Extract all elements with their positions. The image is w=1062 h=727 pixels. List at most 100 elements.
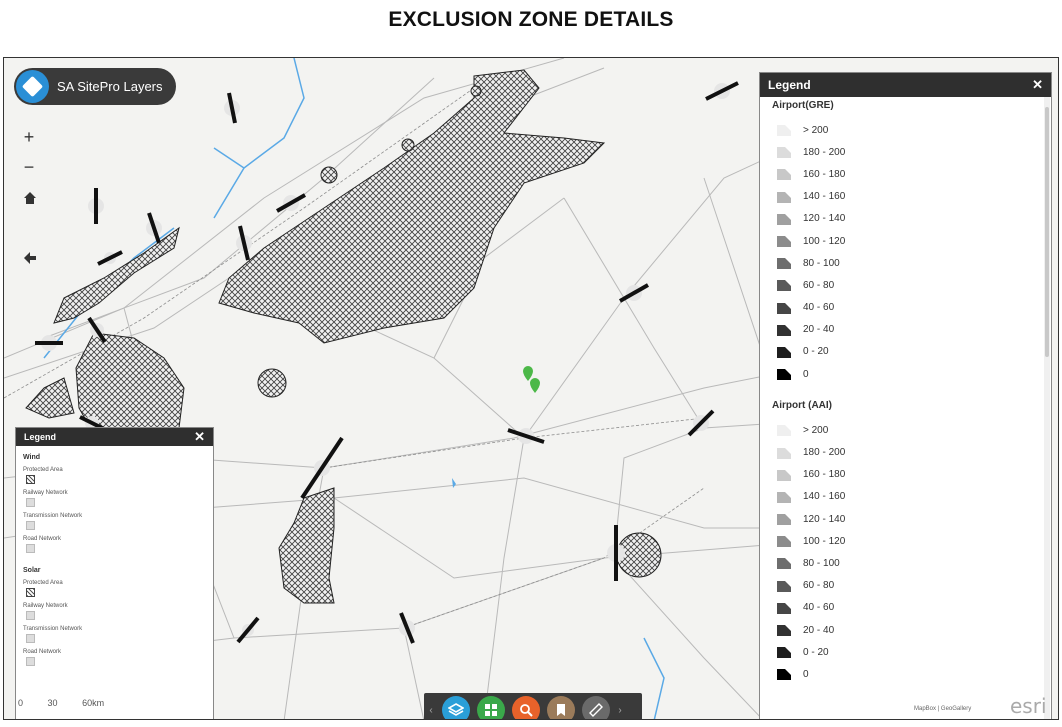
legend-item-label: > 200 <box>803 124 829 136</box>
legend-item-label: 160 - 180 <box>803 168 846 180</box>
legend-title: Legend <box>768 78 811 92</box>
location-markers[interactable] <box>523 366 540 393</box>
legend-item: 160 - 180 <box>760 163 1051 185</box>
legend-item-label: 80 - 100 <box>803 257 840 269</box>
legend-item-label: 140 - 160 <box>803 191 846 203</box>
legend-item-label: Road Network <box>23 536 62 542</box>
measure-icon[interactable] <box>581 696 610 719</box>
legend-solar-items: Protected Area Railway Network Transmissio… <box>16 580 213 666</box>
legend-swatch-icon <box>777 169 791 181</box>
legend-item: > 200 <box>760 119 1051 141</box>
toolbar-next-button[interactable]: › <box>613 705 627 716</box>
legend-swatch-icon <box>777 558 791 570</box>
legend-swatch-icon <box>777 346 791 358</box>
legend-swatch-icon <box>777 625 791 637</box>
legend-header: Legend ✕ <box>16 428 213 446</box>
legend-section-solar: Solar <box>23 567 41 574</box>
legend-item: 160 - 180 <box>760 464 1051 486</box>
toolbar-prev-button[interactable]: ‹ <box>424 705 438 716</box>
app-title: SA SitePro Layers <box>57 79 163 94</box>
legend-swatch <box>26 544 35 553</box>
legend-item: 60 - 80 <box>760 274 1051 296</box>
legend-item: 100 - 120 <box>760 530 1051 552</box>
map-view[interactable]: SA SitePro Layers + − Legend ✕ Airport(G… <box>3 57 1059 720</box>
legend-item-label: Road Network <box>23 649 62 655</box>
legend-swatch-icon <box>777 258 791 270</box>
legend-item-label: 120 - 140 <box>803 513 846 525</box>
basemap-grid-icon[interactable] <box>476 696 505 719</box>
legend-item-label: 20 - 40 <box>803 324 835 336</box>
legend-section-title: Airport (AAI) <box>772 400 832 412</box>
legend-item: 180 - 200 <box>760 441 1051 463</box>
zoom-out-button[interactable]: − <box>18 158 40 176</box>
layers-icon[interactable] <box>441 696 470 719</box>
legend-panel-right: Legend ✕ Airport(GRE) > 200 180 - 200 160 -… <box>759 72 1052 719</box>
legend-swatch-icon <box>777 469 791 481</box>
legend-swatch <box>26 611 35 620</box>
legend-item-label: 40 - 60 <box>803 302 835 314</box>
legend-swatch-icon <box>777 125 791 137</box>
legend-item-label: Protected Area <box>23 580 63 586</box>
legend-item: 60 - 80 <box>760 575 1051 597</box>
legend-item-label: 60 - 80 <box>803 580 835 592</box>
legend-item: > 200 <box>760 419 1051 441</box>
legend-swatch-icon <box>777 491 791 503</box>
legend-title: Legend <box>24 432 57 442</box>
legend-section-wind: Wind <box>23 454 41 461</box>
legend-item-label: 0 <box>803 668 809 680</box>
bookmark-icon[interactable] <box>546 696 575 719</box>
legend-item-label: Protected Area <box>23 467 63 473</box>
home-icon[interactable] <box>22 190 38 206</box>
app-logo-icon <box>16 70 49 103</box>
legend-item: 140 - 160 <box>760 186 1051 208</box>
legend-item-label: Transmission Network <box>23 513 83 519</box>
esri-logo: esri <box>1010 694 1047 718</box>
legend-item: 0 - 20 <box>760 341 1051 363</box>
legend-swatch-icon <box>777 191 791 203</box>
map-attribution: MapBox | GeoGallery <box>914 706 972 712</box>
legend-swatch-icon <box>777 425 791 437</box>
legend-swatch-icon <box>777 147 791 159</box>
legend-item: 0 <box>760 663 1051 685</box>
legend-item: 20 - 40 <box>760 319 1051 341</box>
legend-item: 100 - 120 <box>760 230 1051 252</box>
legend-item-label: 60 - 80 <box>803 279 835 291</box>
legend-swatch <box>26 475 35 484</box>
legend-swatch-icon <box>777 369 791 381</box>
legend-item-label: 180 - 200 <box>803 146 846 158</box>
legend-item: 40 - 60 <box>760 297 1051 319</box>
search-icon[interactable] <box>511 696 540 719</box>
zoom-in-button[interactable]: + <box>18 128 40 146</box>
scale-label: 0 <box>18 698 24 708</box>
water-body <box>452 478 456 488</box>
legend-swatch-icon <box>777 236 791 248</box>
legend-item-label: 100 - 120 <box>803 535 846 547</box>
legend-scrollbar[interactable] <box>1044 97 1050 719</box>
legend-swatch-icon <box>777 302 791 314</box>
legend-close-icon[interactable]: ✕ <box>194 429 205 445</box>
legend-item: 20 - 40 <box>760 619 1051 641</box>
scale-label: 30 <box>47 698 58 708</box>
legend-swatch-icon <box>777 280 791 292</box>
legend-swatch <box>26 498 35 507</box>
bottom-toolbar: ‹ › <box>424 693 642 719</box>
legend-swatch-icon <box>777 536 791 548</box>
legend-panel-left: Legend ✕ Wind Protected Area Railway Netw… <box>15 427 214 719</box>
legend-close-icon[interactable]: ✕ <box>1032 77 1043 93</box>
legend-item-label: > 200 <box>803 424 829 436</box>
legend-item-label: Railway Network <box>23 490 68 496</box>
legend-item: 0 - 20 <box>760 641 1051 663</box>
legend-section-title: Airport(GRE) <box>772 100 834 111</box>
legend-item-label: 180 - 200 <box>803 447 846 459</box>
legend-item-label: 120 - 140 <box>803 213 846 225</box>
legend-item: 120 - 140 <box>760 208 1051 230</box>
legend-item: 0 <box>760 363 1051 385</box>
app-title-pill[interactable]: SA SitePro Layers <box>14 68 176 105</box>
legend-header: Legend ✕ <box>760 73 1051 97</box>
legend-swatch <box>26 521 35 530</box>
legend-item-label: 140 - 160 <box>803 491 846 503</box>
legend-item: 120 - 140 <box>760 508 1051 530</box>
scale-bar: 0 30 60km <box>18 698 126 708</box>
legend-item: 80 - 100 <box>760 252 1051 274</box>
back-arrow-icon[interactable] <box>22 250 38 266</box>
